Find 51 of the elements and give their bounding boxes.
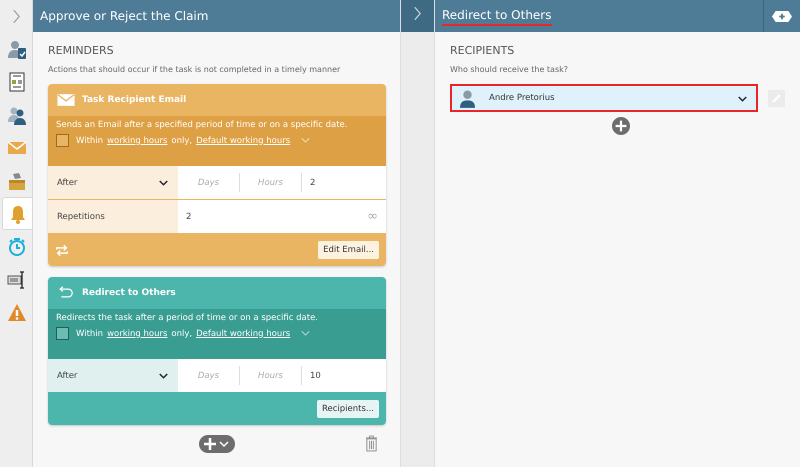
timing-dropdown[interactable]: After <box>48 359 178 392</box>
repetitions-field[interactable]: 2 ∞ <box>178 200 386 233</box>
people-icon <box>7 104 27 124</box>
description-text: Sends an Email after a specified period of time or on a specific date. <box>56 120 348 130</box>
hours-field[interactable]: Hours <box>240 173 302 192</box>
section-heading: REMINDERS <box>48 44 115 57</box>
minutes-field[interactable]: 10 <box>302 366 386 385</box>
card-title: Redirect to Others <box>82 288 176 298</box>
hours-field[interactable]: Hours <box>240 366 302 385</box>
panel-title: Approve or Reject the Claim <box>40 8 208 25</box>
expand-icon[interactable] <box>12 9 20 24</box>
text-field-icon <box>7 270 27 290</box>
tray-icon <box>7 170 27 190</box>
warning-icon <box>7 302 27 322</box>
card-button[interactable]: Edit Email... <box>318 241 379 259</box>
card-title: Task Recipient Email <box>82 95 186 105</box>
expand-icon[interactable] <box>413 6 422 20</box>
chevron-down-icon <box>158 371 169 380</box>
repetitions-label: Repetitions <box>48 200 178 233</box>
days-field[interactable]: Days <box>178 173 240 192</box>
caret-icon[interactable] <box>300 329 312 338</box>
section-description: Actions that should occur if the task is not completed in a timely manner <box>48 65 342 74</box>
person-clipboard-icon <box>7 38 27 58</box>
section-heading: RECIPIENTS <box>450 44 516 57</box>
person-icon <box>460 88 475 108</box>
stopwatch-icon <box>7 236 27 256</box>
panel-title: Redirect to Others <box>442 6 552 26</box>
form-document-icon <box>7 72 27 92</box>
add-icon[interactable] <box>772 10 792 22</box>
add-recipient-button[interactable] <box>612 117 630 135</box>
return-arrow-icon <box>57 286 75 300</box>
chevron-down-icon <box>158 178 169 187</box>
caret-icon[interactable] <box>300 136 312 145</box>
card-button[interactable]: Recipients... <box>316 400 379 418</box>
within-label: only, <box>171 328 192 338</box>
envelope-icon <box>57 93 75 107</box>
trash-icon[interactable] <box>365 435 378 452</box>
question-label: Who should receive the task? <box>450 65 569 74</box>
minutes-field[interactable]: 2 <box>302 173 386 192</box>
repeat-icon <box>55 244 69 256</box>
within-label: Within <box>76 136 104 146</box>
add-menu-button[interactable] <box>199 435 235 453</box>
chevron-down-icon <box>737 94 748 102</box>
within-label: only, <box>171 136 192 146</box>
description-text: Redirects the task after a period of time or on a specific date. <box>56 313 320 323</box>
within-label: Within <box>76 328 104 338</box>
timing-dropdown[interactable]: After <box>48 166 178 199</box>
checkbox[interactable] <box>56 327 69 340</box>
checkbox[interactable] <box>56 134 69 147</box>
recipient-dropdown[interactable]: Andre Pretorius <box>450 84 758 112</box>
days-field[interactable]: Days <box>178 366 240 385</box>
